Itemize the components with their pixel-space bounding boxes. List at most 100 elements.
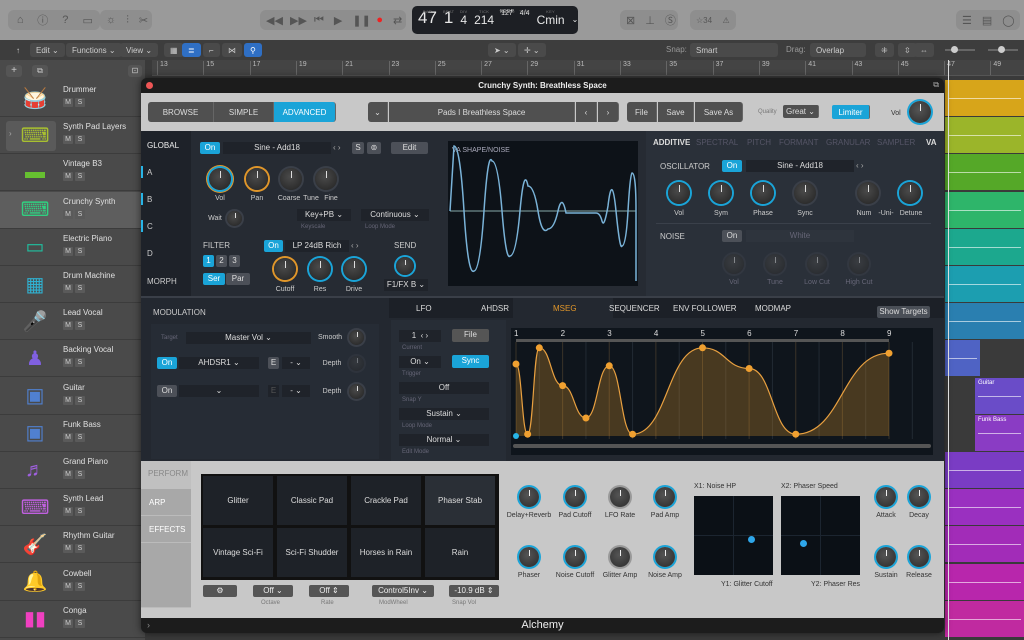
track-header[interactable]: ▭ Electric Piano MS [0, 229, 145, 266]
mod1-source-select[interactable]: AHDSR1 ⌄ [179, 357, 259, 369]
osc-detune-knob[interactable] [899, 182, 921, 204]
arp-button[interactable]: ARP [141, 489, 191, 516]
tab-env-follower[interactable]: ENV FOLLOWER [673, 304, 737, 313]
source-on-button[interactable]: On [200, 142, 220, 154]
playhead[interactable] [948, 60, 949, 640]
track-header[interactable]: 🔔 Cowbell MS [0, 564, 145, 601]
source-edit-button[interactable]: Edit [391, 142, 428, 154]
osc-vol-knob[interactable] [668, 182, 690, 204]
mute-button[interactable]: M [63, 358, 73, 368]
smart-controls-icon[interactable]: ☼ [106, 14, 116, 26]
snapshot-pad[interactable]: Vintage Sci-Fi [202, 527, 274, 578]
mute-button[interactable]: M [63, 507, 73, 517]
track-header[interactable]: ⌨ Synth Lead MS [0, 489, 145, 527]
send-select[interactable]: F1/FX B ⌄ [384, 279, 428, 291]
mseg-snap-y-select[interactable]: Off [399, 382, 489, 394]
source-pan-knob[interactable] [246, 168, 268, 190]
perform-bottom-0-knob[interactable] [519, 547, 539, 567]
expand-stack-chevron-icon[interactable]: › [9, 129, 12, 138]
play-icon[interactable]: ▶ [334, 14, 342, 27]
track-region[interactable] [945, 600, 1024, 637]
perform-title[interactable]: PERFORM [148, 469, 188, 478]
list-view-icon[interactable]: ≣ [182, 43, 201, 57]
solo-button[interactable]: S [75, 470, 85, 479]
cpu-meter[interactable]: ☆34 [696, 16, 712, 25]
flex-icon[interactable]: ⋈ [222, 43, 242, 57]
track-header[interactable]: ▦ Drum Machine MS [0, 266, 145, 303]
browse-button[interactable]: BROWSE [148, 102, 214, 122]
modwheel-select[interactable]: Control5Inv ⌄ [372, 585, 434, 597]
source-vol-knob[interactable] [209, 168, 231, 190]
osc-sync-knob[interactable] [794, 182, 816, 204]
mod1-e-button[interactable]: E [268, 357, 279, 369]
snapshot-pad[interactable]: Sci-Fi Shudder [276, 527, 348, 578]
catch-icon[interactable]: ⚲ [244, 43, 262, 57]
decay-knob[interactable] [909, 487, 929, 507]
noise-type-select[interactable]: White [746, 230, 854, 242]
solo-button[interactable]: S [75, 284, 85, 293]
xy-pad-1[interactable] [694, 496, 773, 575]
cycle-icon[interactable]: ⇄ [393, 14, 402, 27]
grid-icon[interactable]: ▦ [164, 43, 184, 57]
xy-handle[interactable] [800, 540, 808, 548]
fast-forward-icon[interactable]: ▶▶ [290, 14, 307, 27]
tuner-icon[interactable]: ⊥ [645, 14, 655, 27]
add-track-icon[interactable]: + [6, 65, 22, 77]
snapshot-pad[interactable]: Rain [424, 527, 496, 578]
solo-button[interactable]: S [75, 581, 85, 591]
source-coarse-knob[interactable] [280, 168, 302, 190]
mod2-e-button[interactable]: E [268, 385, 279, 397]
source-osc-select[interactable]: Sine - Add18 [223, 142, 331, 154]
octave-select[interactable]: Off ⌄ [253, 585, 293, 597]
perform-top-2-knob[interactable] [610, 487, 630, 507]
track-header[interactable]: ▬ Vintage B3 MS [0, 154, 145, 192]
mseg-node[interactable] [559, 382, 567, 390]
save-button[interactable]: Save [658, 102, 694, 122]
mod2-on-button[interactable]: On [157, 385, 177, 397]
mute-button[interactable]: M [63, 209, 73, 219]
tab-modmap[interactable]: MODMAP [755, 304, 791, 313]
mseg-scrollbar[interactable] [513, 444, 931, 448]
solo-button[interactable]: S [75, 172, 85, 182]
track-region[interactable] [945, 489, 1024, 526]
perform-bottom-3-knob[interactable] [655, 547, 675, 567]
lcd-display[interactable]: 47 BAR 1 BEAT 4 DIV 214 TICK 127 KEEP TEMPO 4/… [412, 6, 578, 34]
mod2-source-select[interactable]: ⌄ [179, 385, 259, 397]
mod1-via-select[interactable]: - ⌄ [282, 357, 310, 369]
tab-pitch[interactable]: PITCH [747, 138, 771, 147]
track-header[interactable]: ▣ Funk Bass MS [0, 415, 145, 452]
library-icon[interactable]: ⌂ [14, 14, 27, 26]
release-knob[interactable] [909, 547, 929, 567]
tab-formant[interactable]: FORMANT [779, 138, 819, 147]
tab-spectral[interactable]: SPECTRAL [696, 138, 738, 147]
record-icon[interactable]: ● [376, 14, 383, 26]
mseg-current-select[interactable]: 1 ‹ › [399, 330, 441, 342]
track-region[interactable] [945, 526, 1024, 563]
snap-vol-select[interactable]: -10.9 dB ⇕ [449, 585, 499, 597]
mute-button[interactable]: M [63, 544, 73, 554]
source-fine-knob[interactable] [315, 168, 337, 190]
snapshot-pad[interactable]: Crackle Pad [350, 475, 422, 526]
solo-button[interactable]: S [75, 358, 85, 368]
solo-button[interactable]: S [75, 544, 85, 554]
horizontal-fit-icon[interactable]: ⇔ [914, 43, 934, 57]
oscillator-wave-arrows-icon[interactable]: ‹ › [856, 161, 864, 170]
perform-top-1-knob[interactable] [565, 487, 585, 507]
filter-res-knob[interactable] [309, 258, 331, 280]
metronome-icon[interactable]: ⚠ [722, 16, 730, 25]
send-knob[interactable] [396, 257, 414, 275]
mseg-node[interactable] [512, 360, 520, 368]
track-header[interactable]: ♟ Backing Vocal MS [0, 340, 145, 378]
info-icon[interactable]: ⓘ [37, 12, 50, 28]
solo-button[interactable]: S [75, 209, 85, 219]
xy-pad-2[interactable] [781, 496, 860, 575]
tab-ahdsr[interactable]: AHDSR [481, 304, 509, 313]
solo-button[interactable]: S [75, 507, 85, 517]
mute-button[interactable]: M [63, 395, 73, 405]
solo-button[interactable]: S [75, 246, 85, 256]
replace-icon[interactable]: ⊠ [626, 14, 635, 27]
track-header[interactable]: 🥁 Drummer MS [0, 80, 145, 117]
advanced-button[interactable]: ADVANCED [274, 102, 336, 122]
preset-menu-chevron-icon[interactable]: ⌄ [368, 102, 388, 122]
filter-on-button[interactable]: On [264, 240, 283, 252]
